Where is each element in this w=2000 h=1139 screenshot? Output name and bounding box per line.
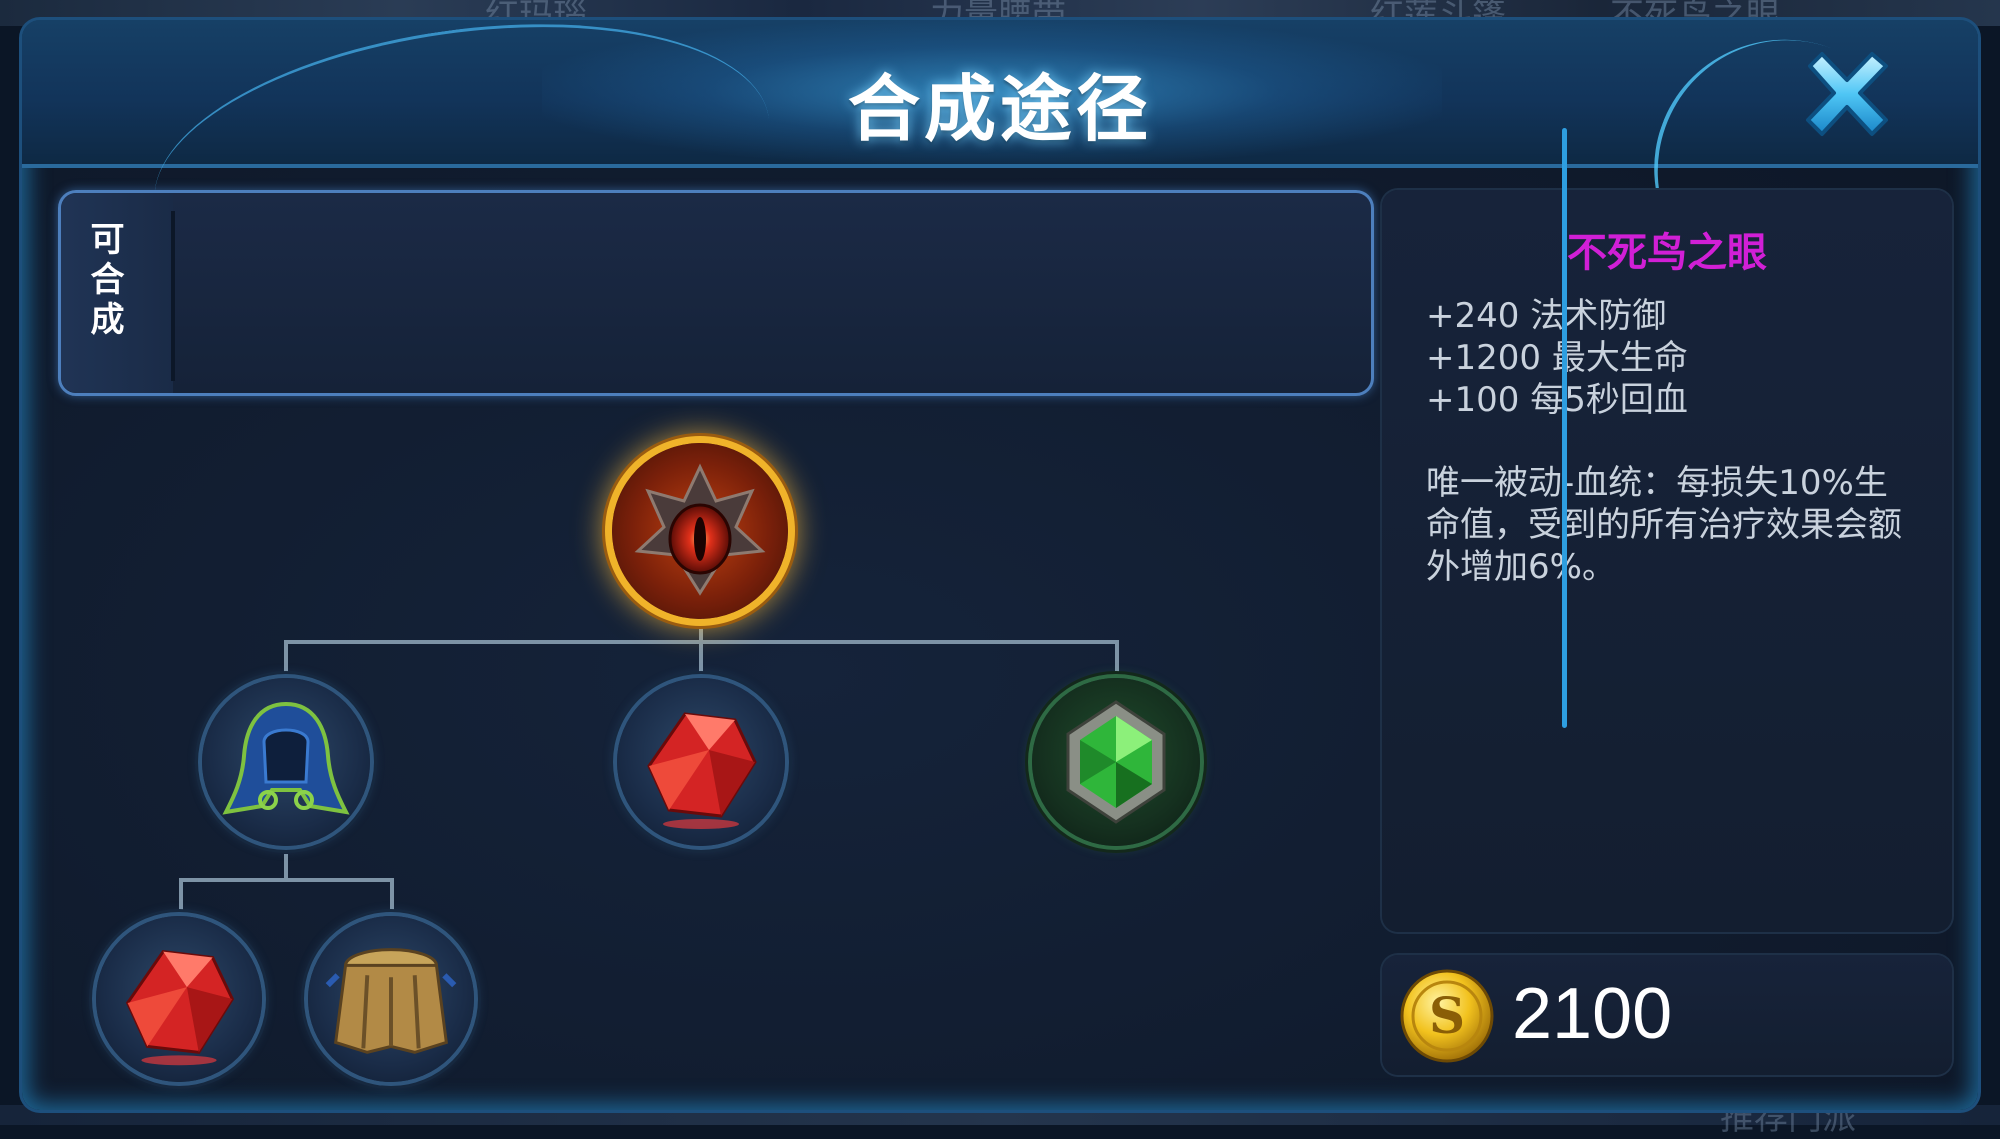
recipe-node-green-gem[interactable] [1032,678,1200,846]
recipe-root-node[interactable] [612,443,788,619]
craftable-label: 可合成 [84,221,124,341]
tree-connector [284,854,288,880]
item-passive-description: 唯一被动-血统：每损失10%生命值，受到的所有治疗效果会额外增加6%。 [1426,463,1902,587]
close-button[interactable] [1792,40,1902,150]
price-panel: S 2100 [1382,955,1952,1075]
dialog-title: 合成途径 [847,67,1152,151]
red-crystal-icon [125,949,235,1066]
svg-text:S: S [1429,986,1465,1045]
stat-line: +240 法术防御 [1426,296,1667,336]
green-gem-icon [1066,700,1166,824]
recipe-node-belt[interactable] [308,916,474,1082]
item-info-panel: 不死鸟之眼 +240 法术防御 +1200 最大生命 +100 每5秒回血 唯一… [1382,190,1952,932]
tree-connector [1115,640,1119,676]
crafting-path-dialog: 合成途径 可合成 不死鸟之眼 +240 法术防御 +1200 最大生命 +100… [22,20,1978,1110]
phoenix-eye-icon [634,463,766,596]
recipe-node-cloak[interactable] [202,678,370,846]
item-name: 不死鸟之眼 [1567,230,1767,276]
tree-connector [699,618,703,642]
hooded-cloak-icon [222,701,350,815]
recipe-node-red-crystal[interactable] [617,678,785,846]
gold-coin-icon: S [1400,969,1494,1063]
item-price: 2100 [1512,974,1673,1054]
tree-connector [284,640,288,676]
close-x-icon [1806,52,1888,136]
tree-connector [179,878,183,916]
tree-connector [699,640,703,676]
stat-line: +1200 最大生命 [1426,338,1688,378]
info-scrollbar[interactable] [1562,128,1567,728]
recipe-node-red-crystal-2[interactable] [96,916,262,1082]
stat-line: +100 每5秒回血 [1426,380,1688,420]
tree-connector [390,878,394,916]
item-stats: +240 法术防御 +1200 最大生命 +100 每5秒回血 [1426,295,1916,421]
tree-connector [179,878,394,882]
dialog-header: 合成途径 [22,20,1978,338]
leather-belt-icon [325,948,457,1054]
red-crystal-icon [647,712,757,829]
craftable-panel: 可合成 [58,190,1374,396]
recipe-tree [22,410,1352,1110]
